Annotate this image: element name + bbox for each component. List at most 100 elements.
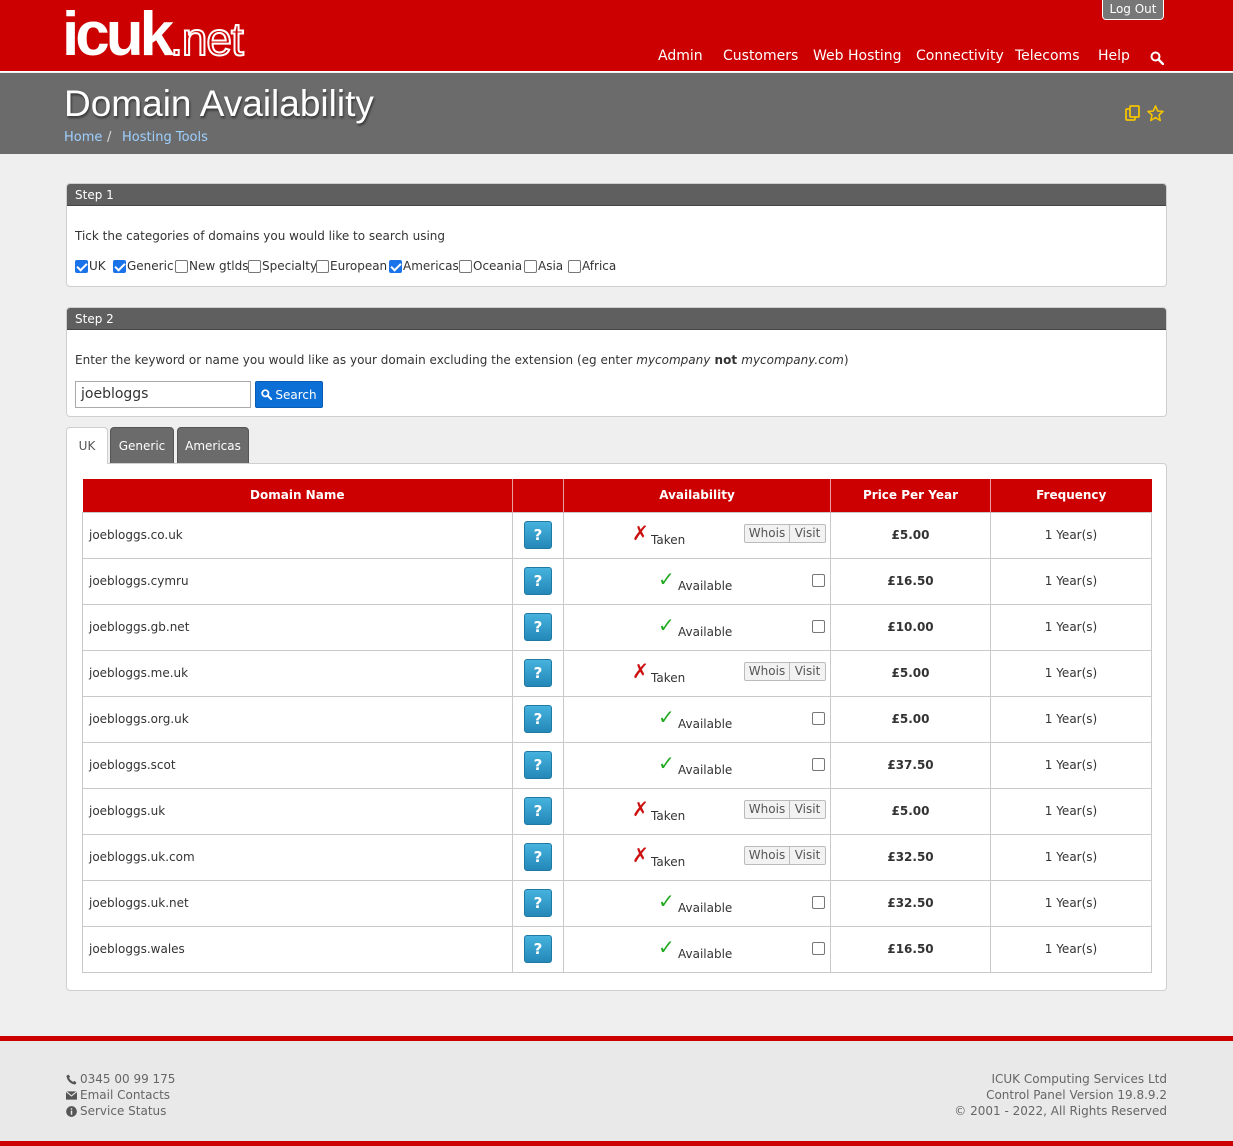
category-oceania-checkbox[interactable]: Oceania [459,259,522,273]
visit-button[interactable]: Visit [790,523,826,543]
availability-cell: ✓ Available [563,557,831,605]
checkbox-asia[interactable] [524,259,537,273]
checkbox-specialty[interactable] [248,259,261,273]
select-domain-checkbox[interactable] [812,711,825,725]
help-button[interactable]: ? [524,935,552,963]
select-domain-checkbox[interactable] [812,573,825,587]
visit-button[interactable]: Visit [790,661,826,681]
category-european-checkbox[interactable]: European [316,259,387,273]
availability-status: Available [678,762,733,777]
availability-status: Available [678,624,733,639]
email-contacts-link[interactable]: Email Contacts [80,1088,170,1102]
table-row: joebloggs.wales? ✓ Available £16.50 1 Year(s… [82,925,1152,973]
help-cell: ? [512,925,564,973]
visit-button[interactable]: Visit [790,799,826,819]
breadcrumb-separator: / [107,130,112,145]
domain-name: joebloggs.scot [82,741,513,789]
keyword-input[interactable]: joebloggs [75,381,251,408]
whois-button[interactable]: Whois [744,661,790,681]
visit-button[interactable]: Visit [790,845,826,865]
price-per-year: £32.50 [830,833,991,881]
title-band: Domain Availability Home / Hosting Tools [0,73,1233,154]
nav-telecoms[interactable]: Telecoms [1015,48,1079,70]
footer-email-contacts[interactable]: Email Contacts [66,1088,170,1102]
category-generic-checkbox[interactable]: Generic [113,259,174,273]
info-icon [66,1105,77,1117]
category-specialty-checkbox[interactable]: Specialty [248,259,317,273]
service-status-link[interactable]: Service Status [80,1104,166,1118]
step1-heading: Step 1 [67,184,1166,206]
nav-customers[interactable]: Customers [723,48,798,70]
category-africa-checkbox[interactable]: Africa [568,259,616,273]
availability-cell: ✓ Available [563,925,831,973]
category-americas-checkbox[interactable]: Americas [389,259,459,273]
instruction-close: ) [843,353,849,367]
price-per-year: £10.00 [830,603,991,651]
checkbox-americas[interactable] [389,259,402,273]
help-cell: ? [512,511,564,559]
logout-button[interactable]: Log Out [1102,0,1164,20]
breadcrumb-home[interactable]: Home [64,130,102,145]
category-new-gtlds-checkbox[interactable]: New gtlds [175,259,249,273]
search-icon[interactable] [1150,51,1164,65]
help-button[interactable]: ? [524,843,552,871]
help-button[interactable]: ? [524,751,552,779]
copy-icon[interactable] [1124,105,1141,122]
help-button[interactable]: ? [524,705,552,733]
search-icon [261,389,273,400]
tab-americas[interactable]: Americas [177,427,249,464]
frequency: 1 Year(s) [990,695,1152,743]
availability-cell: ✗ Taken Whois Visit [563,833,831,881]
bottom-bar [0,1141,1233,1146]
step2-instruction: Enter the keyword or name you would like… [75,353,849,367]
icuk-logo[interactable]: icuk.net [62,4,245,67]
tab-generic[interactable]: Generic [110,427,174,464]
check-icon: ✓ [658,750,675,775]
checkbox-oceania[interactable] [459,259,472,273]
help-button[interactable]: ? [524,521,552,549]
help-button[interactable]: ? [524,613,552,641]
help-button[interactable]: ? [524,797,552,825]
whois-button[interactable]: Whois [744,799,790,819]
whois-button[interactable]: Whois [744,845,790,865]
nav-admin[interactable]: Admin [658,48,703,70]
checkbox-africa[interactable] [568,259,581,273]
search-button[interactable]: Search [255,381,323,408]
checkbox-uk[interactable] [75,259,88,273]
tab-uk[interactable]: UK [66,427,108,464]
logo-main: icuk [62,0,174,69]
step2-panel: Step 2 Enter the keyword or name you wou… [66,307,1167,417]
select-domain-checkbox[interactable] [812,619,825,633]
checkbox-new-gtlds[interactable] [175,259,188,273]
select-domain-checkbox[interactable] [812,757,825,771]
category-uk-checkbox[interactable]: UK [75,259,106,273]
category-asia-checkbox[interactable]: Asia [524,259,563,273]
nav-web-hosting[interactable]: Web Hosting [813,48,902,70]
whois-button[interactable]: Whois [744,523,790,543]
help-cell: ? [512,695,564,743]
price-per-year: £37.50 [830,741,991,789]
logo-suffix: .net [169,12,245,66]
help-button[interactable]: ? [524,659,552,687]
footer-service-status[interactable]: Service Status [66,1104,166,1118]
select-domain-checkbox[interactable] [812,895,825,909]
help-button[interactable]: ? [524,567,552,595]
step1-instruction: Tick the categories of domains you would… [75,229,445,243]
category-label: Africa [582,259,617,273]
breadcrumb-hosting-tools[interactable]: Hosting Tools [122,130,208,145]
domain-name: joebloggs.uk.net [82,879,513,927]
nav-help[interactable]: Help [1098,48,1130,70]
control-panel-version: Control Panel Version 19.8.9.2 [986,1088,1167,1102]
frequency: 1 Year(s) [990,511,1152,559]
star-icon[interactable] [1147,105,1164,122]
checkbox-generic[interactable] [113,259,126,273]
step2-heading: Step 2 [67,308,1166,330]
help-button[interactable]: ? [524,889,552,917]
checkbox-european[interactable] [316,259,329,273]
domain-name: joebloggs.co.uk [82,511,513,559]
availability-cell: ✓ Available [563,879,831,927]
nav-connectivity[interactable]: Connectivity [916,48,1004,70]
domain-name: joebloggs.uk [82,787,513,835]
select-domain-checkbox[interactable] [812,941,825,955]
availability-status: Available [678,716,733,731]
